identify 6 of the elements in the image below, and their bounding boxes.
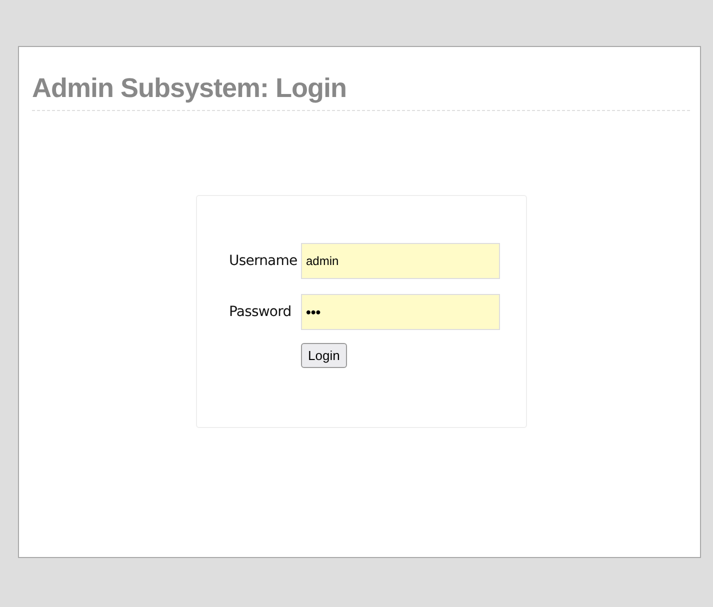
- field-label: Password: [229, 304, 292, 320]
- field-label: Username: [229, 253, 298, 269]
- input-field[interactable]: •••: [301, 294, 500, 330]
- input-field[interactable]: admin: [301, 243, 500, 279]
- page-title: Admin Subsystem: Login: [32, 73, 347, 104]
- login-button[interactable]: Login: [301, 343, 347, 368]
